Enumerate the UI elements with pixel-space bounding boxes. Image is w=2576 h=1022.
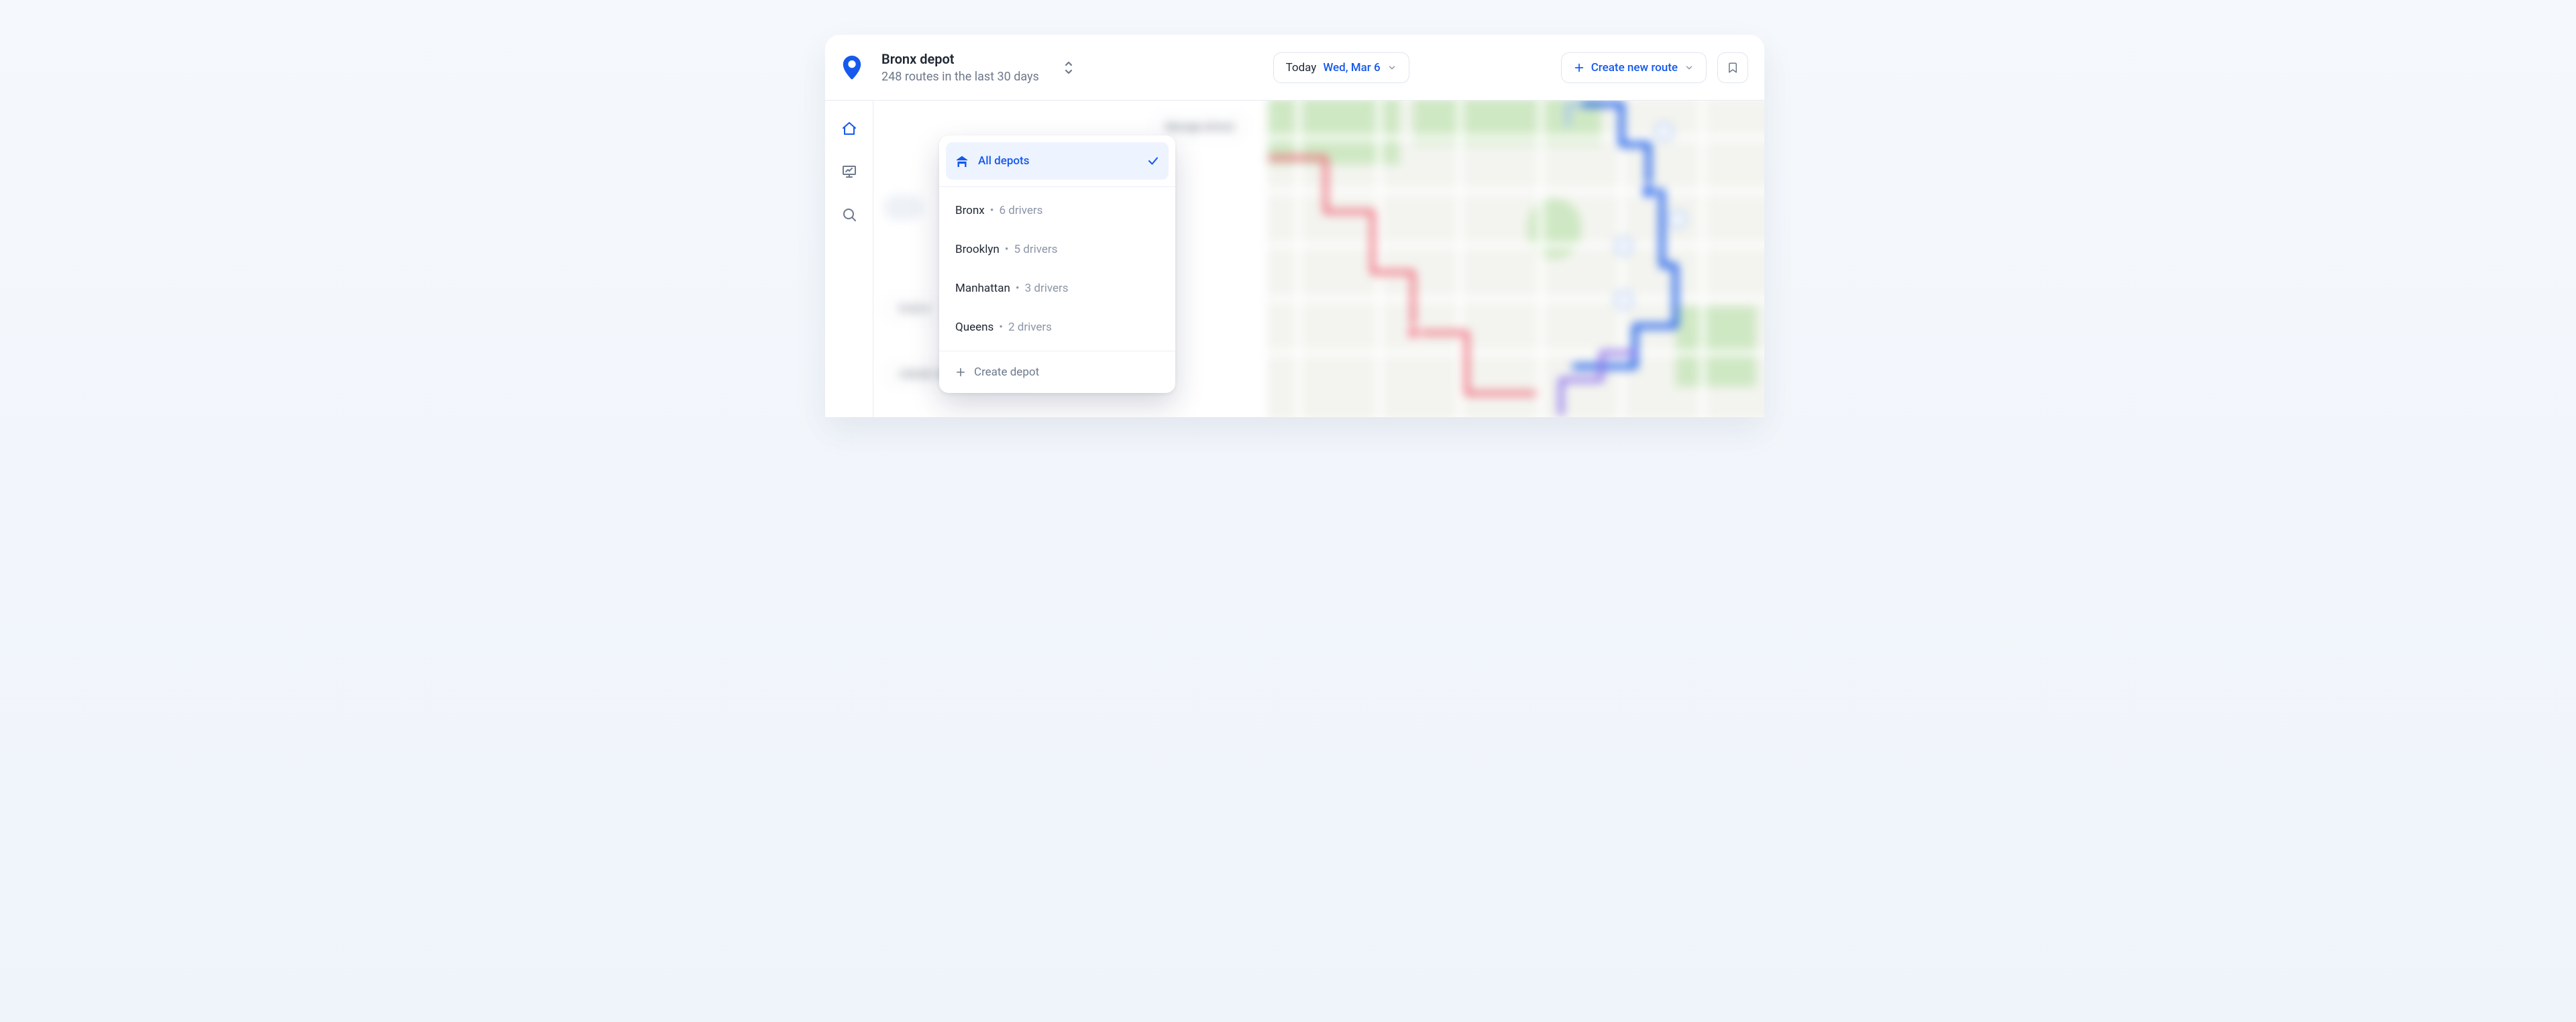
create-route-label: Create new route bbox=[1591, 61, 1678, 74]
depot-subtitle: 248 routes in the last 30 days bbox=[881, 70, 1039, 84]
depot-meta: 2 drivers bbox=[1008, 321, 1052, 334]
home-icon bbox=[841, 121, 857, 137]
presentation-icon bbox=[841, 164, 857, 180]
nav-rail bbox=[825, 101, 873, 417]
depot-option-all-label: All depots bbox=[978, 154, 1029, 168]
depot-option[interactable]: Bronx • 6 drivers bbox=[946, 191, 1169, 230]
chevron-down-icon bbox=[1387, 63, 1397, 72]
depot-title: Bronx depot bbox=[881, 51, 1039, 67]
depot-option-all[interactable]: All depots bbox=[946, 142, 1169, 180]
depot-name: Manhattan bbox=[955, 282, 1010, 295]
search-icon bbox=[841, 207, 857, 223]
depot-option[interactable]: Manhattan • 3 drivers bbox=[946, 269, 1169, 308]
create-route-button[interactable]: Create new route bbox=[1561, 52, 1707, 83]
map[interactable] bbox=[1269, 101, 1764, 417]
depot-name: Queens bbox=[955, 321, 994, 334]
app-window: Bronx depot 248 routes in the last 30 da… bbox=[825, 35, 1764, 417]
date-value: Wed, Mar 6 bbox=[1323, 61, 1380, 74]
depot-selector[interactable]: Bronx depot 248 routes in the last 30 da… bbox=[835, 50, 1078, 85]
ghost-chip bbox=[883, 194, 924, 221]
depot-option[interactable]: Queens • 2 drivers bbox=[946, 308, 1169, 347]
check-icon bbox=[1147, 155, 1159, 167]
depot-dropdown: All depots Bronx • 6 drivers Brooklyn • … bbox=[939, 135, 1175, 393]
bookmark-button[interactable] bbox=[1717, 52, 1748, 83]
topbar: Bronx depot 248 routes in the last 30 da… bbox=[825, 35, 1764, 101]
plus-icon bbox=[1574, 62, 1585, 73]
plus-icon bbox=[955, 367, 966, 378]
chevron-down-icon bbox=[1684, 63, 1694, 72]
garage-icon bbox=[955, 155, 969, 167]
depot-name: Brooklyn bbox=[955, 243, 1000, 256]
time-chip[interactable]: 10:02 ▾ bbox=[883, 296, 943, 322]
create-depot-button[interactable]: Create depot bbox=[939, 351, 1175, 393]
depot-meta: 3 drivers bbox=[1025, 282, 1069, 295]
nav-home[interactable] bbox=[837, 117, 861, 141]
depot-option[interactable]: Brooklyn • 5 drivers bbox=[946, 230, 1169, 269]
depot-meta: 6 drivers bbox=[999, 204, 1042, 217]
chevron-up-down-icon[interactable] bbox=[1059, 54, 1078, 81]
date-picker[interactable]: Today Wed, Mar 6 bbox=[1273, 52, 1409, 83]
depot-name: Bronx bbox=[955, 204, 985, 217]
nav-search[interactable] bbox=[837, 203, 861, 227]
location-pin-icon bbox=[835, 50, 869, 85]
depot-meta: 5 drivers bbox=[1014, 243, 1058, 256]
nav-analytics[interactable] bbox=[837, 160, 861, 184]
date-prefix: Today bbox=[1286, 61, 1317, 74]
bookmark-icon bbox=[1727, 61, 1739, 74]
create-depot-label: Create depot bbox=[974, 365, 1039, 379]
